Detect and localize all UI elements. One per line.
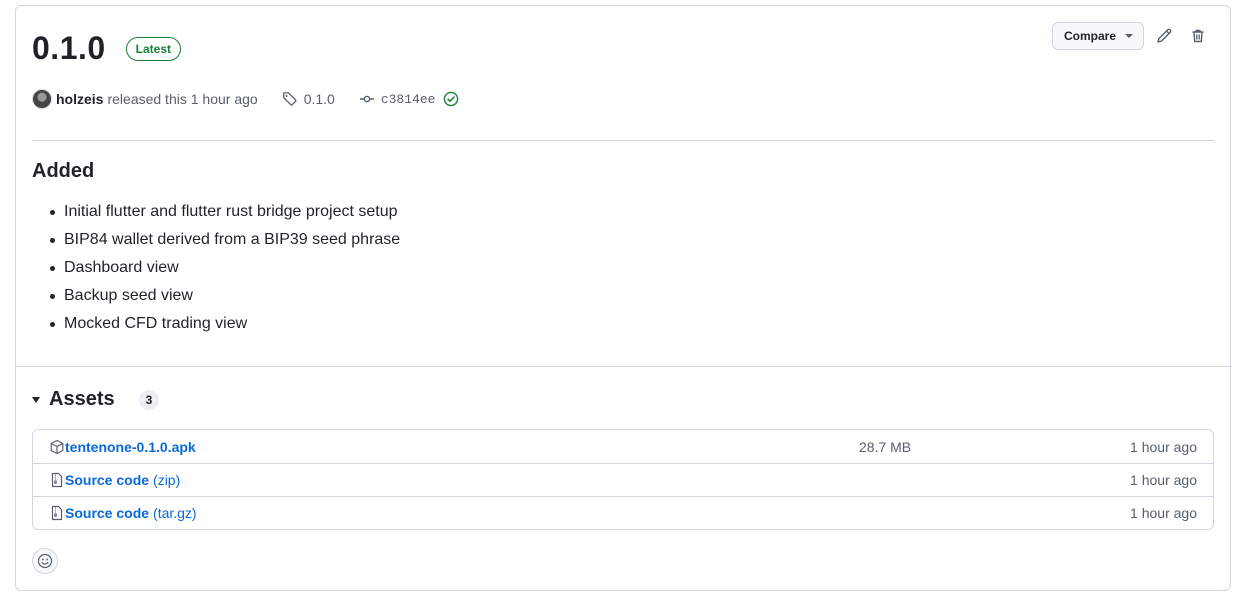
asset-time: 1 hour ago: [1130, 438, 1197, 455]
commit-sha: c3814ee: [380, 91, 436, 107]
add-reaction-button[interactable]: [32, 548, 58, 574]
assets-count-badge: 3: [138, 389, 160, 410]
release-header: 0.1.0 Latest: [32, 28, 182, 68]
compare-label: Compare: [1063, 29, 1116, 43]
asset-time: 1 hour ago: [1130, 505, 1197, 521]
tag-link[interactable]: 0.1.0: [282, 91, 335, 107]
notes-heading: Added: [32, 160, 95, 182]
triangle-down-icon: [32, 396, 40, 403]
asset-list: tenten​one-0.1.0.apk 28.7 MB 1 hour ago …: [32, 429, 1214, 530]
asset-format[interactable]: (zip): [153, 472, 180, 488]
list-item: Mocked CFD trading view: [32, 310, 1212, 338]
header-divider: [32, 140, 1214, 141]
check-circle-icon: [444, 91, 459, 107]
assets-toggle[interactable]: Assets 3: [32, 388, 160, 411]
assets-title: Assets: [49, 388, 115, 410]
file-zip-icon: [51, 472, 63, 488]
asset-row: tenten​one-0.1.0.apk 28.7 MB 1 hour ago: [33, 430, 1213, 463]
compare-button[interactable]: Compare: [1051, 22, 1144, 50]
assets-divider: [16, 366, 1230, 367]
asset-time: 1 hour ago: [1130, 472, 1197, 488]
asset-download-link[interactable]: Source code: [65, 472, 149, 488]
package-icon: [50, 439, 64, 454]
release-card: 0.1.0 Latest Compare holzeis released th…: [15, 5, 1231, 591]
list-item: Initial flutter and flutter rust bridge …: [32, 198, 1212, 226]
asset-format[interactable]: (tar.gz): [153, 505, 197, 521]
tag-icon: [282, 92, 297, 106]
asset-row: Source code (tar.gz) 1 hour ago: [33, 496, 1213, 529]
file-zip-icon: [51, 505, 63, 521]
notes-list: Initial flutter and flutter rust bridge …: [32, 198, 1212, 338]
release-version[interactable]: 0.1.0: [32, 28, 106, 68]
asset-size: 28.7 MB: [859, 438, 912, 455]
list-item: Dashboard view: [32, 254, 1212, 282]
trash-icon: [1192, 29, 1204, 43]
caret-down-icon: [1125, 34, 1133, 38]
asset-download-link[interactable]: tenten​one-0.1.0.apk: [65, 439, 196, 455]
verified-check[interactable]: [443, 91, 459, 107]
pencil-icon: [1157, 28, 1172, 43]
asset-download-link[interactable]: Source code: [65, 505, 149, 521]
tag-label: 0.1.0: [303, 91, 335, 107]
author-link[interactable]: holzeis: [56, 91, 103, 107]
list-item: Backup seed view: [32, 282, 1212, 310]
list-item: BIP84 wallet derived from a BIP39 seed p…: [32, 226, 1212, 254]
avatar[interactable]: [32, 89, 52, 109]
asset-row: Source code (zip) 1 hour ago: [33, 463, 1213, 496]
git-commit-icon: [359, 95, 374, 103]
delete-button[interactable]: [1184, 22, 1212, 50]
latest-badge: Latest: [125, 37, 182, 61]
release-notes: Added Initial flutter and flutter rust b…: [32, 158, 1212, 338]
commit-link[interactable]: c3814ee: [359, 91, 436, 107]
smiley-icon: [37, 553, 53, 569]
release-meta: holzeis released this 1 hour ago 0.1.0 c…: [32, 88, 459, 110]
edit-button[interactable]: [1150, 22, 1178, 50]
release-actions: Compare: [1051, 22, 1212, 50]
released-time: released this 1 hour ago: [107, 91, 258, 107]
